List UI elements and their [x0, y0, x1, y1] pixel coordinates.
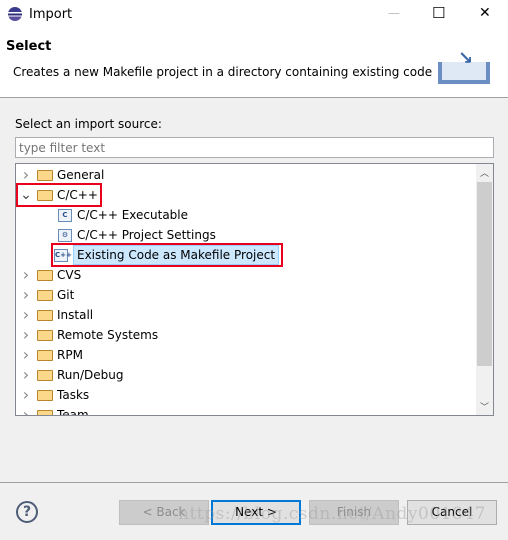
import-source-tree[interactable]: › General ⌄ C/C++ C C/C++ Executable ⚙ C/C++ Pr…	[15, 163, 494, 416]
tree-item[interactable]: C++ Existing Code as Makefile Project	[51, 243, 284, 267]
scroll-down-icon[interactable]: ﹀	[480, 400, 489, 413]
tree-item-label: Tasks	[57, 388, 90, 402]
highlight-box	[16, 183, 102, 207]
tree-item-label: Git	[57, 288, 75, 302]
tree-item-label: CVS	[57, 268, 82, 282]
tree-item-label: Run/Debug	[57, 368, 124, 382]
folder-icon	[37, 409, 53, 415]
tree-item-label: C/C++ Project Settings	[77, 228, 216, 242]
tree-item[interactable]: › CVS	[19, 265, 81, 285]
tree-item[interactable]: › Git	[19, 285, 75, 305]
eclipse-icon	[8, 7, 22, 21]
tree-scrollbar[interactable]: ︿ ﹀	[476, 164, 493, 415]
minimize-button[interactable]: —	[388, 6, 400, 20]
page-description: Creates a new Makefile project in a dire…	[13, 65, 433, 79]
tree-item[interactable]: ⌄ C/C++	[16, 183, 102, 207]
tree-item[interactable]: › Run/Debug	[19, 365, 124, 385]
tree-item-label: Team	[57, 408, 89, 416]
tree-item-label: Install	[57, 308, 94, 322]
folder-icon	[37, 289, 53, 301]
folder-icon	[37, 309, 53, 321]
tree-item[interactable]: › Install	[19, 305, 93, 325]
tree-item[interactable]: › Remote Systems	[19, 325, 158, 345]
tree-item[interactable]: › RPM	[19, 345, 83, 365]
scrollbar-thumb[interactable]	[477, 182, 492, 366]
watermark: https://blog.csdn.net/Andy001847	[178, 504, 486, 524]
maximize-button[interactable]: ☐	[432, 4, 445, 22]
folder-icon	[37, 169, 53, 181]
wizard-header: Select Creates a new Makefile project in…	[0, 30, 508, 98]
folder-icon	[37, 389, 53, 401]
folder-icon	[37, 329, 53, 341]
tree-item-label: C/C++ Executable	[77, 208, 189, 222]
tree-item[interactable]: › Tasks	[19, 385, 89, 405]
close-button[interactable]: ✕	[479, 5, 491, 21]
tree-item[interactable]: › General	[19, 165, 105, 185]
folder-icon	[37, 269, 53, 281]
c-file-icon: C	[58, 208, 72, 222]
help-icon[interactable]: ?	[16, 501, 38, 523]
title-bar: Import — ☐ ✕	[0, 0, 508, 30]
tree-item[interactable]: ⚙ C/C++ Project Settings	[58, 225, 216, 245]
chevron-right-icon[interactable]: ›	[19, 365, 33, 385]
folder-icon	[37, 349, 53, 361]
chevron-right-icon[interactable]: ›	[19, 305, 33, 325]
chevron-right-icon[interactable]: ›	[19, 345, 33, 365]
tree-item-label: RPM	[57, 348, 83, 362]
tree-item-label: Remote Systems	[57, 328, 159, 342]
import-banner-icon: ↘	[438, 48, 490, 84]
chevron-right-icon[interactable]: ›	[19, 165, 33, 185]
chevron-right-icon[interactable]: ›	[19, 405, 33, 415]
chevron-right-icon[interactable]: ›	[19, 325, 33, 345]
filter-input[interactable]	[15, 137, 494, 158]
project-settings-icon: ⚙	[58, 228, 72, 242]
folder-icon	[37, 369, 53, 381]
highlight-box	[51, 243, 284, 267]
scroll-up-icon[interactable]: ︿	[480, 166, 489, 179]
chevron-right-icon[interactable]: ›	[19, 285, 33, 305]
tree-item-label: General	[57, 168, 105, 182]
chevron-right-icon[interactable]: ›	[19, 385, 33, 405]
chevron-right-icon[interactable]: ›	[19, 265, 33, 285]
page-title: Select	[6, 39, 52, 54]
tree-item[interactable]: › Team	[19, 405, 89, 416]
tree-item[interactable]: C C/C++ Executable	[58, 205, 188, 225]
import-source-label: Select an import source:	[15, 117, 162, 131]
button-separator	[0, 482, 508, 483]
window-title: Import	[29, 7, 73, 22]
